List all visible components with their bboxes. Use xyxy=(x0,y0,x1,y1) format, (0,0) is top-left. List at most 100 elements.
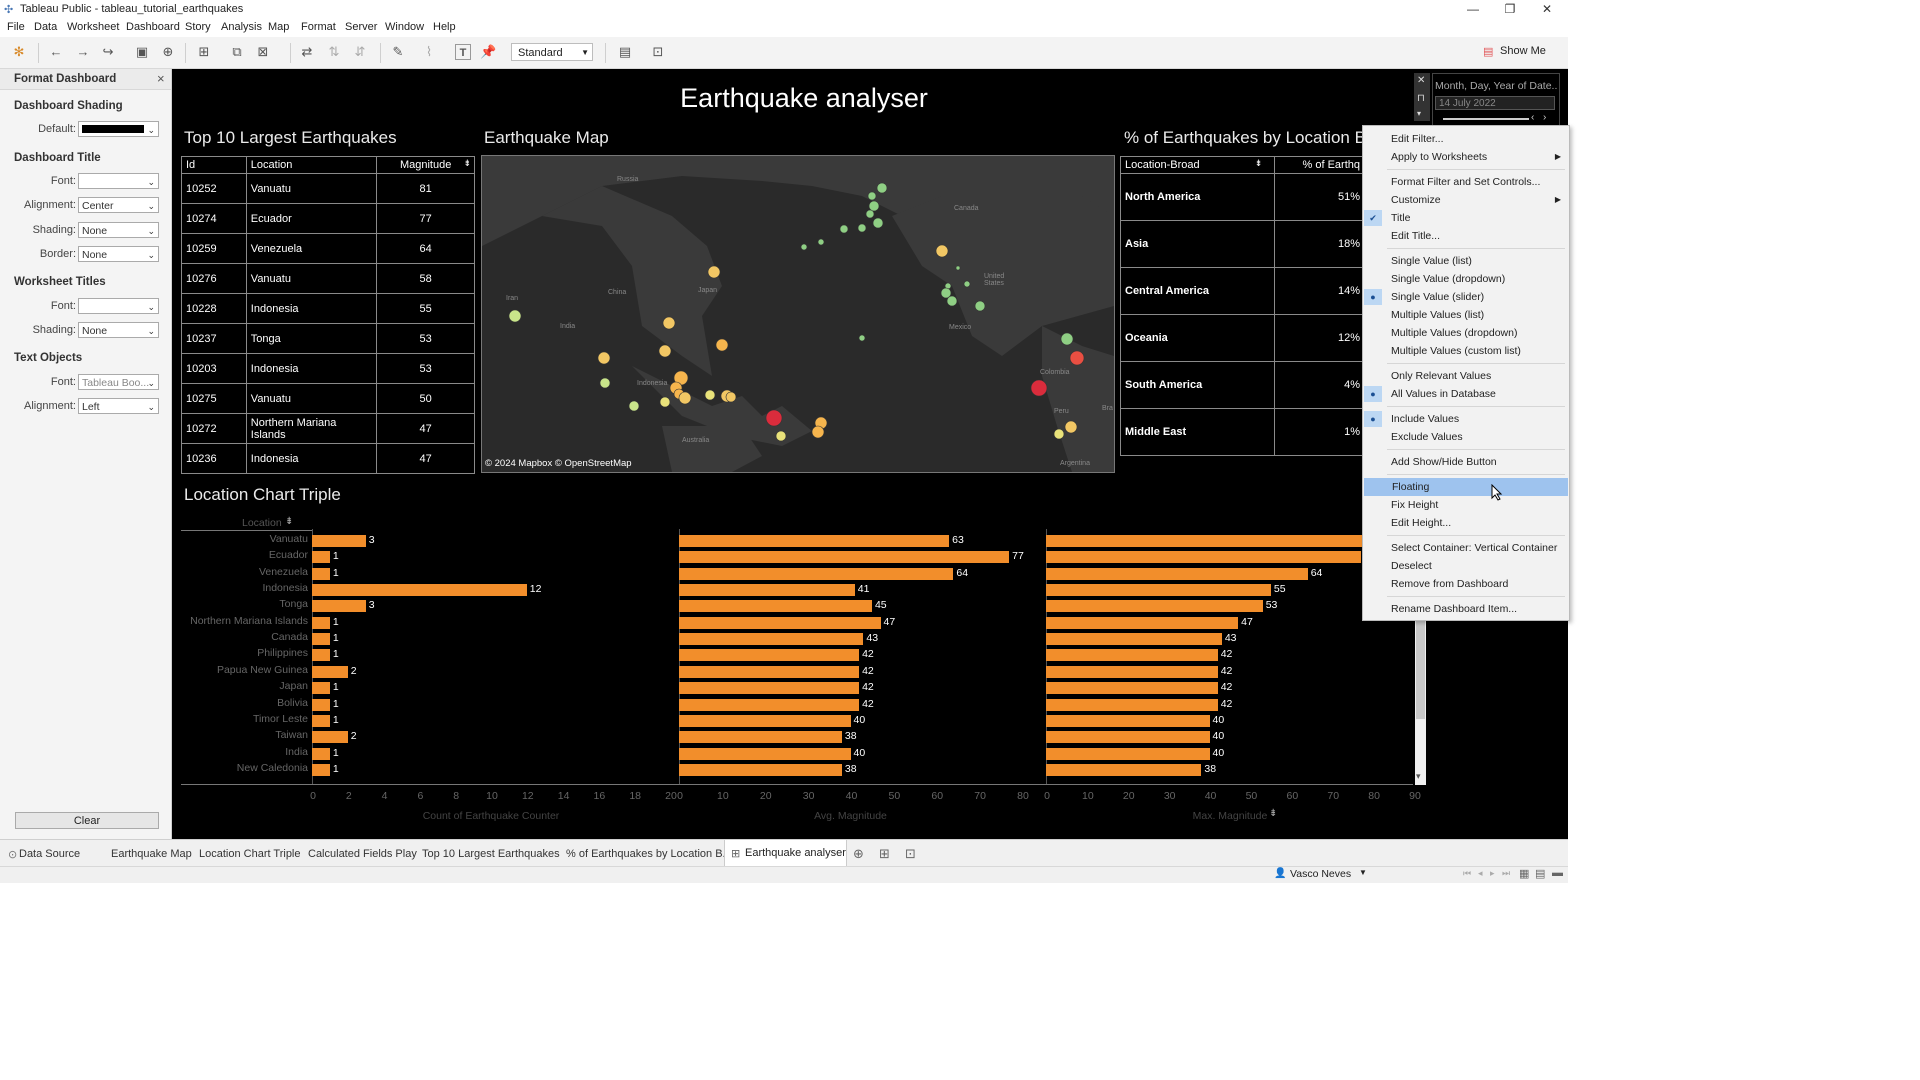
bar[interactable] xyxy=(312,584,527,597)
ws-font-picker[interactable]: ⌄ xyxy=(78,298,159,314)
show-mark-labels-icon[interactable]: T xyxy=(455,44,471,60)
menu-server[interactable]: Server xyxy=(345,21,377,33)
bar[interactable] xyxy=(679,567,954,580)
context-menu-item[interactable]: Select Container: Vertical Container xyxy=(1363,539,1567,557)
tab-calculated-fields-play[interactable]: Calculated Fields Play xyxy=(308,848,417,860)
bar[interactable] xyxy=(312,665,348,678)
close-window-button[interactable]: ✕ xyxy=(1529,0,1565,19)
ws-shading-select[interactable]: None ⌄ xyxy=(78,322,159,338)
menu-data[interactable]: Data xyxy=(34,21,57,33)
text-alignment-select[interactable]: Left ⌄ xyxy=(78,398,159,414)
user-name[interactable]: Vasco Neves xyxy=(1290,868,1351,880)
bar[interactable] xyxy=(679,551,1010,564)
grid-view-icon[interactable]: ▦ xyxy=(1519,867,1529,880)
bar[interactable] xyxy=(1046,633,1222,646)
context-menu-item[interactable]: Apply to Worksheets ▶ xyxy=(1363,148,1567,166)
pin-icon[interactable]: 📌 xyxy=(480,44,496,60)
context-menu-item[interactable]: Multiple Values (custom list) xyxy=(1363,342,1567,360)
context-menu-item[interactable]: Title ✔ xyxy=(1363,209,1567,227)
save-icon[interactable]: ▣ xyxy=(134,44,150,60)
bar[interactable] xyxy=(1046,714,1210,727)
bar[interactable] xyxy=(679,698,860,711)
context-menu-item[interactable]: Include Values ● xyxy=(1363,410,1567,428)
bar[interactable] xyxy=(679,649,860,662)
redo-icon[interactable]: → xyxy=(75,44,91,60)
bar[interactable] xyxy=(312,731,348,744)
menu-map[interactable]: Map xyxy=(268,21,289,33)
prev-page-icon[interactable]: ◂ xyxy=(1478,868,1483,879)
context-menu-item[interactable]: Multiple Values (list) xyxy=(1363,306,1567,324)
bar[interactable] xyxy=(1046,665,1218,678)
context-menu-item[interactable]: Single Value (dropdown) xyxy=(1363,270,1567,288)
tab-earthquake-map[interactable]: Earthquake Map xyxy=(111,848,192,860)
clear-sheet-icon[interactable]: ⊠ xyxy=(255,44,271,60)
bar[interactable] xyxy=(1046,567,1308,580)
context-menu-item[interactable]: Multiple Values (dropdown) xyxy=(1363,324,1567,342)
tabs-view-icon[interactable]: ▬ xyxy=(1552,867,1563,879)
bar[interactable] xyxy=(1046,731,1210,744)
bar[interactable] xyxy=(679,665,860,678)
context-menu-item[interactable]: Rename Dashboard Item... xyxy=(1363,600,1567,618)
menu-dashboard[interactable]: Dashboard xyxy=(126,21,180,33)
bar[interactable] xyxy=(1046,682,1218,695)
bar[interactable] xyxy=(312,682,330,695)
context-menu-item[interactable]: Single Value (slider) ● xyxy=(1363,288,1567,306)
bar[interactable] xyxy=(679,616,881,629)
bar[interactable] xyxy=(1046,551,1361,564)
swap-axes-icon[interactable]: ⇄ xyxy=(299,44,315,60)
clear-button[interactable]: Clear xyxy=(15,812,159,829)
bar[interactable] xyxy=(679,633,864,646)
context-menu-item[interactable]: Format Filter and Set Controls... xyxy=(1363,173,1567,191)
context-menu-item[interactable]: Add Show/Hide Button xyxy=(1363,453,1567,471)
menu-window[interactable]: Window xyxy=(385,21,424,33)
last-page-icon[interactable]: ⏭ xyxy=(1502,868,1510,879)
bar[interactable] xyxy=(679,535,950,547)
bar[interactable] xyxy=(1046,649,1218,662)
bar[interactable] xyxy=(1046,698,1218,711)
context-menu-item[interactable]: Exclude Values xyxy=(1363,428,1567,446)
bar[interactable] xyxy=(312,616,330,629)
menu-format[interactable]: Format xyxy=(301,21,336,33)
bar[interactable] xyxy=(1046,763,1202,776)
bar[interactable] xyxy=(312,567,330,580)
context-menu-item[interactable]: Customize ▶ xyxy=(1363,191,1567,209)
bar[interactable] xyxy=(679,584,855,597)
undo-icon[interactable]: ← xyxy=(48,44,64,60)
new-worksheet-icon[interactable]: ⊕ xyxy=(853,846,864,862)
context-menu-item[interactable]: Edit Title... xyxy=(1363,227,1567,245)
bar[interactable] xyxy=(1046,600,1263,613)
show-cards-icon[interactable]: ▤ xyxy=(617,44,633,60)
bar[interactable] xyxy=(679,600,872,613)
presentation-mode-icon[interactable]: ⊡ xyxy=(650,44,666,60)
bar[interactable] xyxy=(1046,747,1210,760)
bar[interactable] xyxy=(679,714,851,727)
title-shading-select[interactable]: None ⌄ xyxy=(78,222,159,238)
first-page-icon[interactable]: ⏮ xyxy=(1463,868,1471,879)
sort-descending-icon[interactable]: ⇵ xyxy=(352,44,368,60)
context-menu-item[interactable]: Floating xyxy=(1364,478,1568,496)
tab-data-source[interactable]: Data Source xyxy=(19,848,80,860)
group-icon[interactable]: ⌇ xyxy=(421,44,437,60)
menu-analysis[interactable]: Analysis xyxy=(221,21,262,33)
bar[interactable] xyxy=(312,633,330,646)
close-pane-button[interactable]: × xyxy=(157,71,165,86)
context-menu-item[interactable]: Remove from Dashboard xyxy=(1363,575,1567,593)
menu-story[interactable]: Story xyxy=(185,21,211,33)
bar[interactable] xyxy=(312,600,366,613)
new-dashboard-icon[interactable]: ⊞ xyxy=(879,846,890,862)
scrollbar-thumb[interactable] xyxy=(1416,619,1425,719)
bar[interactable] xyxy=(312,747,330,760)
context-menu-item[interactable]: Single Value (list) xyxy=(1363,252,1567,270)
tab-location-chart-triple[interactable]: Location Chart Triple xyxy=(199,848,301,860)
duplicate-sheet-icon[interactable]: ⧉ xyxy=(229,44,245,60)
vertical-scrollbar[interactable]: ▾ xyxy=(1415,609,1426,785)
title-border-select[interactable]: None ⌄ xyxy=(78,246,159,262)
text-font-picker[interactable]: Tableau Boo... ⌄ xyxy=(78,374,159,390)
tab-pct-location[interactable]: % of Earthquakes by Location B... xyxy=(566,848,732,860)
bar[interactable] xyxy=(1046,616,1239,629)
new-worksheet-icon[interactable]: ⊞ xyxy=(196,44,212,60)
maximize-button[interactable]: ❐ xyxy=(1492,0,1528,19)
context-menu-item[interactable]: Edit Height... xyxy=(1363,514,1567,532)
bar[interactable] xyxy=(1046,535,1362,547)
tab-earthquake-analyser[interactable]: ⊞ Earthquake analyser xyxy=(724,840,847,867)
